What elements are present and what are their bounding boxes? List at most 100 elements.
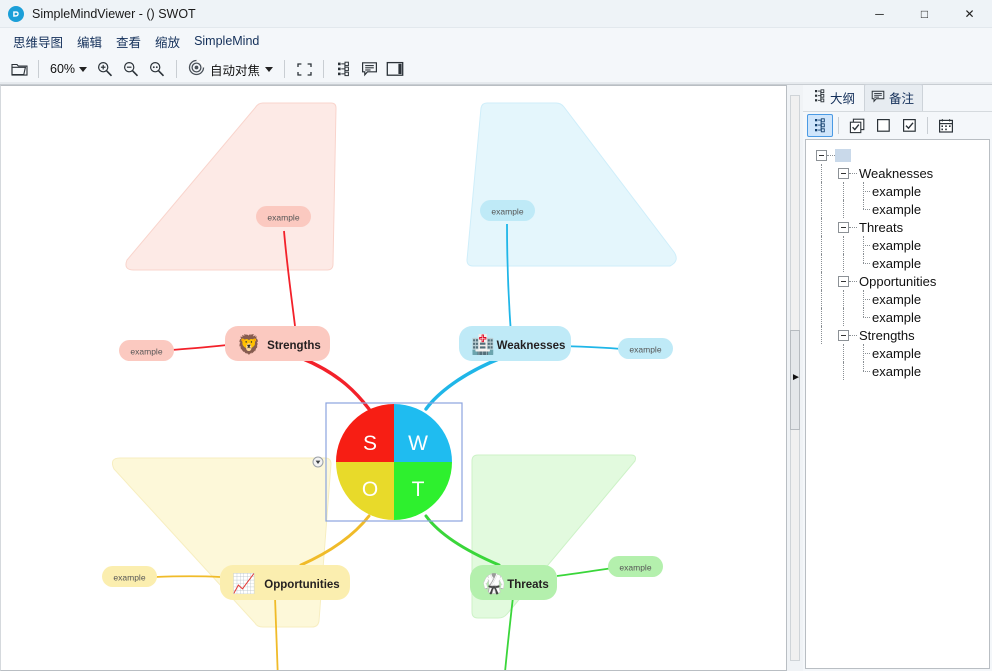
- tree-row-strengths-child-2[interactable]: example: [806, 362, 989, 380]
- window-title: SimpleMindViewer - () SWOT: [32, 7, 857, 21]
- tree-node-label: example: [870, 184, 921, 199]
- tree-connector: [858, 308, 870, 326]
- tree-row-weaknesses-child-1[interactable]: example: [806, 182, 989, 200]
- opportunities-collapse-toggle[interactable]: [838, 276, 849, 287]
- branch-line-weaknesses: [426, 358, 501, 409]
- checkbox-checked-button[interactable]: [896, 114, 922, 137]
- tree-row-strengths[interactable]: Strengths: [806, 326, 989, 344]
- tree-guide: [816, 326, 828, 344]
- menu-edit[interactable]: 编辑: [70, 30, 109, 53]
- autofocus-label: 自动对焦: [210, 60, 260, 79]
- strengths-collapse-toggle[interactable]: [838, 330, 849, 341]
- zoom-actual-icon[interactable]: [144, 57, 170, 82]
- tree-connector: [858, 182, 870, 200]
- node-threats-example-1[interactable]: example: [608, 556, 663, 577]
- tree-row-root[interactable]: [806, 146, 989, 164]
- menu-view[interactable]: 查看: [109, 30, 148, 53]
- node-weaknesses[interactable]: 🏥 Weaknesses: [459, 326, 571, 361]
- node-opportunities[interactable]: 📈 Opportunities: [220, 565, 350, 600]
- node-threats[interactable]: 🥋 Threats: [470, 565, 557, 600]
- rp-toolbar-separator-2: [927, 117, 928, 134]
- collapse-handle-icon[interactable]: [313, 457, 323, 467]
- tree-guide: [838, 254, 850, 272]
- node-weaknesses-example-2[interactable]: example: [618, 338, 673, 359]
- node-label: example: [267, 213, 299, 223]
- tree-node-label: example: [870, 256, 921, 271]
- node-label: Opportunities: [264, 579, 339, 591]
- note-bubble-icon[interactable]: [356, 57, 382, 82]
- tree-row-strengths-child-1[interactable]: example: [806, 344, 989, 362]
- menu-simplemind[interactable]: SimpleMind: [187, 32, 266, 50]
- tab-notes[interactable]: 备注: [864, 84, 923, 111]
- side-panel-icon[interactable]: [382, 57, 408, 82]
- outline-panel-toolbar: [803, 111, 992, 139]
- threats-collapse-toggle[interactable]: [838, 222, 849, 233]
- checkbox-empty-button[interactable]: [870, 114, 896, 137]
- fullscreen-icon[interactable]: [291, 57, 317, 82]
- tree-guide: [816, 236, 828, 254]
- tree-guide: [816, 308, 828, 326]
- collapse-panel-arrow-icon[interactable]: ►: [791, 373, 801, 383]
- branch-line-strengths: [301, 358, 369, 409]
- node-strengths[interactable]: 🦁 Strengths: [225, 326, 330, 361]
- chevron-down-icon: [265, 67, 273, 72]
- application-window: SimpleMindViewer - () SWOT ─ □ ✕ 思维导图 编辑…: [0, 0, 992, 671]
- node-strengths-example-1[interactable]: example: [256, 206, 311, 227]
- subbranch-line-weaknesses-2: [564, 346, 623, 349]
- rp-toolbar-separator: [838, 117, 839, 134]
- checkbox-multi-button[interactable]: [844, 114, 870, 137]
- minimize-button[interactable]: ─: [857, 0, 902, 28]
- martial-arts-kick-icon: 🥋: [482, 572, 506, 595]
- maximize-button[interactable]: □: [902, 0, 947, 28]
- tree-root-label: [835, 149, 851, 162]
- mindmap-canvas[interactable]: example example example example: [0, 85, 787, 671]
- tree-guide: [838, 200, 850, 218]
- root-collapse-toggle[interactable]: [816, 150, 827, 161]
- tree-connector: [858, 344, 870, 362]
- title-bar: SimpleMindViewer - () SWOT ─ □ ✕: [0, 0, 992, 28]
- tree-guide: [816, 272, 828, 290]
- tree-row-weaknesses-child-2[interactable]: example: [806, 200, 989, 218]
- panel-splitter[interactable]: ►: [787, 85, 803, 671]
- zoom-out-icon[interactable]: [118, 57, 144, 82]
- tree-row-weaknesses[interactable]: Weaknesses: [806, 164, 989, 182]
- node-strengths-example-2[interactable]: example: [119, 340, 174, 361]
- toolbar-separator-4: [323, 60, 324, 78]
- tree-row-opportunities[interactable]: Opportunities: [806, 272, 989, 290]
- tree-node-label: Threats: [857, 220, 903, 235]
- tree-node-label: example: [870, 310, 921, 325]
- tree-row-opportunities-child-1[interactable]: example: [806, 290, 989, 308]
- node-label: Threats: [507, 579, 549, 591]
- zoom-level-select[interactable]: 60%: [45, 60, 92, 78]
- tree-connector: [858, 362, 870, 380]
- outline-view-button[interactable]: [807, 114, 833, 137]
- letter-w: W: [408, 432, 428, 455]
- node-weaknesses-example-1[interactable]: example: [480, 200, 535, 221]
- calendar-button[interactable]: [933, 114, 959, 137]
- autofocus-select[interactable]: 自动对焦: [183, 57, 278, 81]
- tree-row-threats[interactable]: Threats: [806, 218, 989, 236]
- node-opportunities-example-1[interactable]: example: [102, 566, 157, 587]
- tab-outline[interactable]: 大纲: [807, 84, 864, 111]
- zoom-in-icon[interactable]: [92, 57, 118, 82]
- chart-increasing-icon: 📈: [232, 572, 256, 595]
- swot-wheel[interactable]: S W O T: [326, 403, 462, 521]
- close-button[interactable]: ✕: [947, 0, 992, 28]
- weaknesses-collapse-toggle[interactable]: [838, 168, 849, 179]
- tab-notes-label: 备注: [889, 88, 914, 107]
- node-label: example: [619, 563, 651, 573]
- menu-bar: 思维导图 编辑 查看 缩放 SimpleMind: [0, 28, 992, 54]
- tree-row-threats-child-1[interactable]: example: [806, 236, 989, 254]
- outline-tree-icon[interactable]: [330, 57, 356, 82]
- open-folder-icon[interactable]: [6, 57, 32, 82]
- tree-connector: [858, 254, 870, 272]
- outline-panel-tabs: 大纲 备注: [803, 85, 992, 111]
- menu-zoom[interactable]: 缩放: [148, 30, 187, 53]
- menu-mindmap[interactable]: 思维导图: [6, 30, 70, 53]
- outline-tree[interactable]: Weaknesses example: [805, 139, 990, 669]
- subbranch-line-opportunities-1: [155, 576, 220, 577]
- tree-guide: [816, 254, 828, 272]
- tree-guide: [816, 182, 828, 200]
- tree-row-threats-child-2[interactable]: example: [806, 254, 989, 272]
- tree-row-opportunities-child-2[interactable]: example: [806, 308, 989, 326]
